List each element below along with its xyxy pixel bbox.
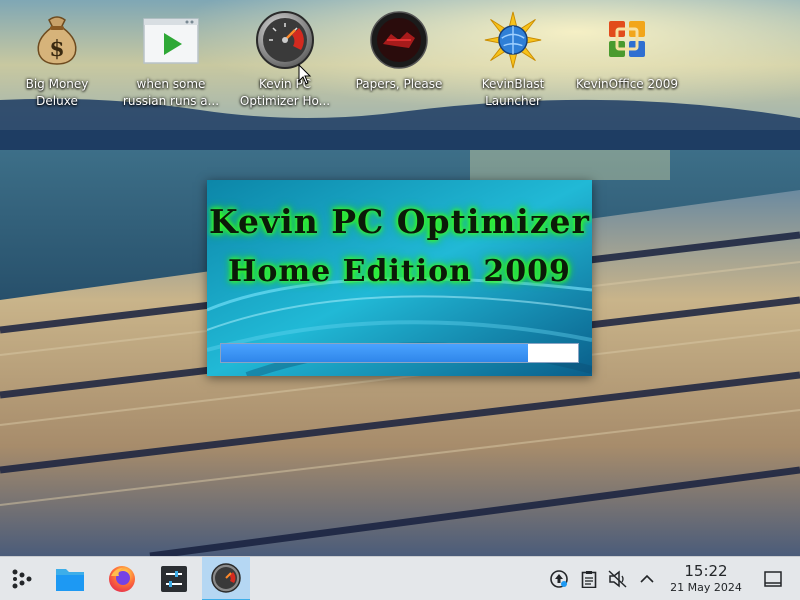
desktop-icon-label: Kevin PC Optimizer Ho... <box>239 77 331 108</box>
splash-subtitle: Home Edition 2009 <box>228 254 571 289</box>
money-bag-icon: $ <box>27 10 87 70</box>
speedometer-icon <box>255 10 315 70</box>
desktop-icon-kevinoffice-2009[interactable]: KevinOffice 2009 <box>571 10 683 116</box>
updates-icon[interactable] <box>549 569 569 589</box>
show-desktop-icon[interactable] <box>763 569 783 589</box>
office-logo-icon <box>597 10 657 70</box>
taskbar-app-settings[interactable] <box>150 557 198 600</box>
taskbar: 15:22 21 May 2024 <box>0 556 800 600</box>
firefox-icon <box>109 566 135 592</box>
splash-screen: Kevin PC Optimizer Home Edition 2009 <box>207 180 592 376</box>
clock-date: 21 May 2024 <box>670 581 742 594</box>
taskbar-app-file-manager[interactable] <box>46 557 94 600</box>
desktop-icon-video[interactable]: when some russian runs a... <box>115 10 227 116</box>
desktop-icon-label: KevinOffice 2009 <box>575 77 679 91</box>
desktop-icon-kevin-pc-optimizer[interactable]: Kevin PC Optimizer Ho... <box>229 10 341 116</box>
loading-progress-bar <box>220 343 579 363</box>
desktop-icon-label: KevinBlast Launcher <box>481 77 545 108</box>
clock-time: 15:22 <box>684 562 728 580</box>
mouse-cursor-icon <box>298 64 312 85</box>
desktop-icon-area: $ Big Money Deluxe when some russian run… <box>0 0 800 120</box>
desktop-icon-label: Big Money Deluxe <box>25 77 89 108</box>
speedometer-icon <box>211 563 241 593</box>
taskbar-app-firefox[interactable] <box>98 557 146 600</box>
settings-sliders-icon <box>161 566 187 592</box>
application-launcher-button[interactable] <box>0 557 44 600</box>
kde-launcher-icon <box>12 569 32 589</box>
digital-clock[interactable]: 15:22 21 May 2024 <box>660 563 752 595</box>
volume-muted-icon[interactable] <box>608 569 628 589</box>
starburst-globe-icon <box>483 10 543 70</box>
progress-fill <box>221 344 529 362</box>
desktop-icon-big-money-deluxe[interactable]: $ Big Money Deluxe <box>1 10 113 116</box>
folder-icon <box>56 569 84 591</box>
video-player-icon <box>141 10 201 70</box>
chevron-up-icon[interactable] <box>637 569 657 589</box>
svg-text:$: $ <box>49 36 64 62</box>
desktop-icon-kevinblast-launcher[interactable]: KevinBlast Launcher <box>457 10 569 116</box>
desktop-icon-label: when some russian runs a... <box>122 77 220 108</box>
taskbar-app-kevin-pc-optimizer[interactable] <box>202 557 250 600</box>
papers-please-icon <box>369 10 429 70</box>
clipboard-icon[interactable] <box>579 569 599 589</box>
desktop-icon-papers-please[interactable]: Papers, Please <box>343 10 455 116</box>
desktop-icon-label: Papers, Please <box>355 77 443 91</box>
splash-title: Kevin PC Optimizer <box>209 202 590 241</box>
